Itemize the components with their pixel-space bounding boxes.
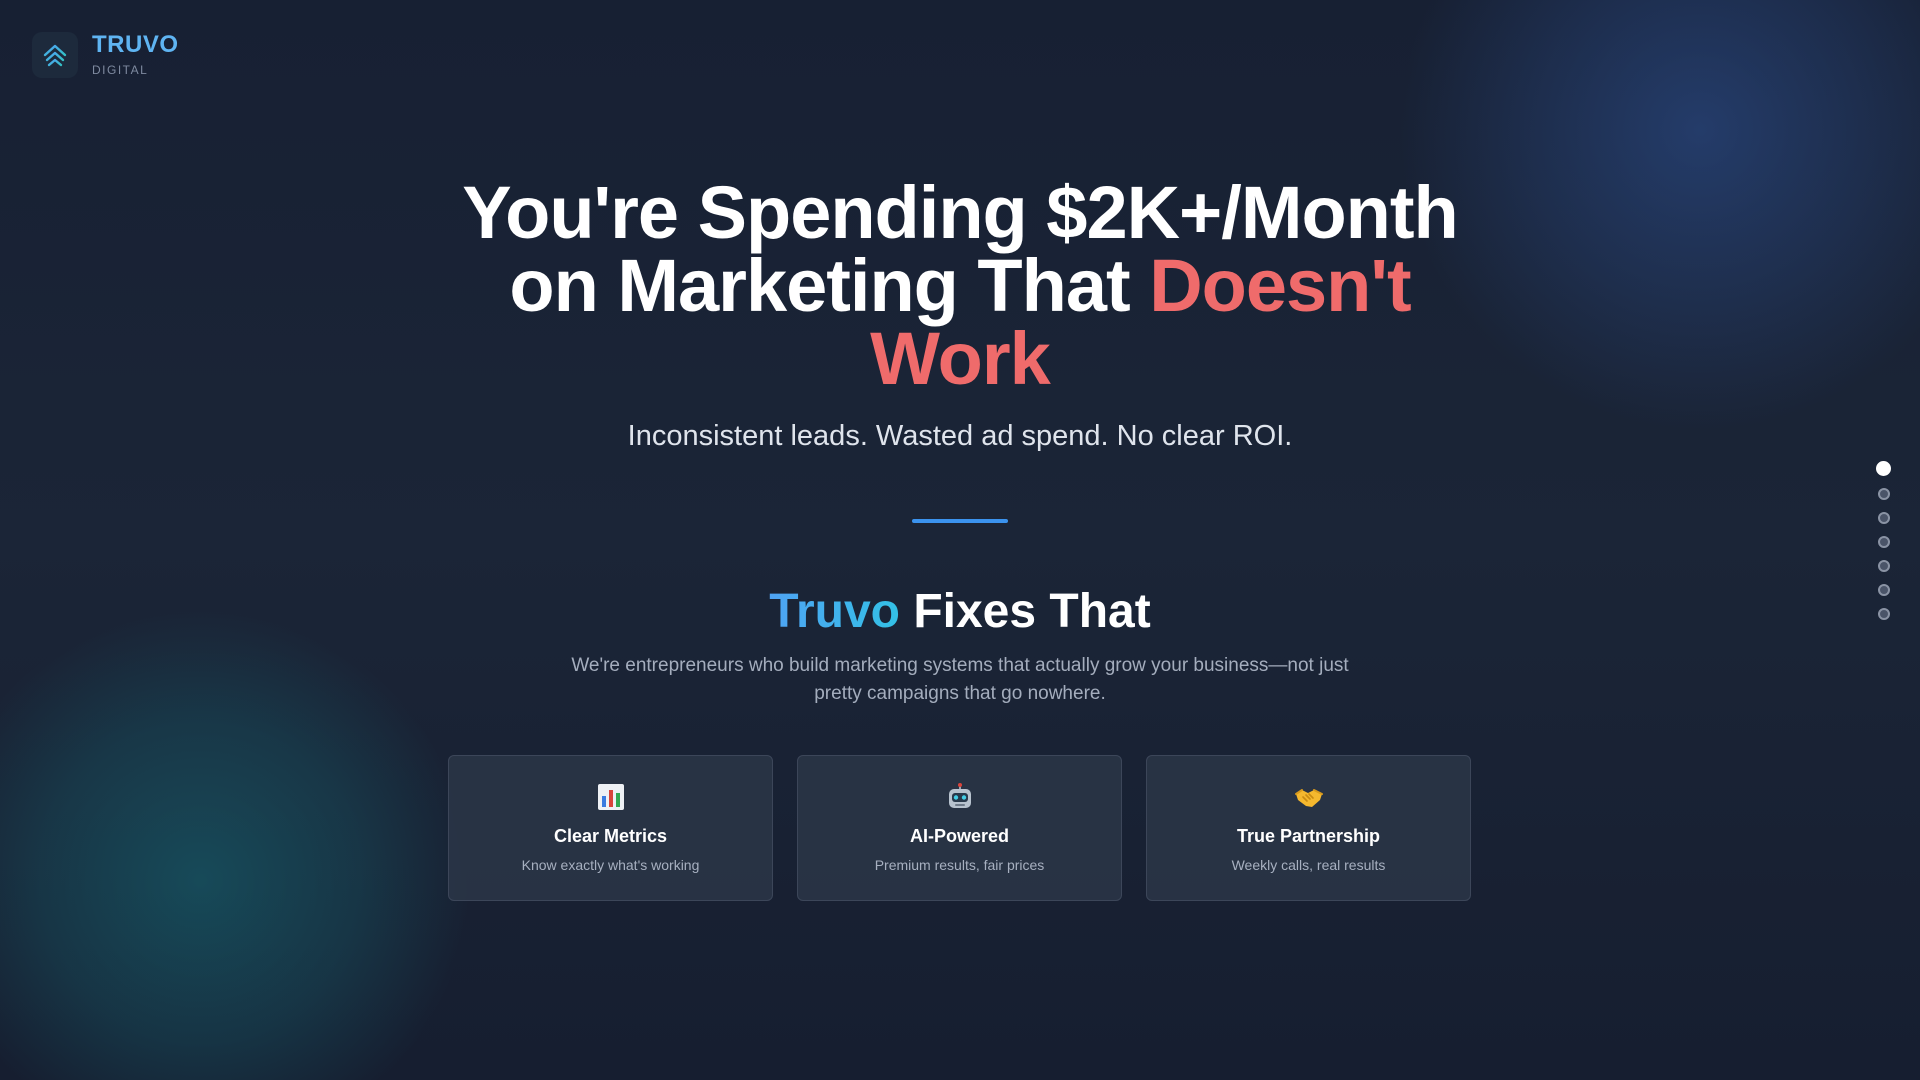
feature-card-true-partnership: True Partnership Weekly calls, real resu…: [1146, 755, 1471, 901]
brand-name: TRUVO: [92, 31, 179, 58]
slide-navigation: [1876, 461, 1891, 620]
feature-text: Premium results, fair prices: [874, 857, 1045, 873]
hero-headline: You're Spending $2K+/Month on Marketing …: [420, 176, 1500, 396]
slide-dot-4[interactable]: [1877, 536, 1890, 548]
brand-tagline: DIGITAL: [92, 63, 149, 77]
feature-text: Know exactly what's working: [521, 857, 700, 873]
slide-dot-7[interactable]: [1877, 608, 1890, 620]
feature-text: Weekly calls, real results: [1231, 857, 1386, 873]
slide-dot-1[interactable]: [1876, 461, 1891, 476]
bar-chart-icon: [596, 782, 626, 812]
solution-title: Truvo Fixes That: [0, 584, 1920, 639]
slide-dot-5[interactable]: [1877, 560, 1890, 572]
handshake-icon: [1294, 782, 1324, 812]
feature-card-clear-metrics: Clear Metrics Know exactly what's workin…: [448, 755, 773, 901]
page: TRUVO DIGITAL You're Spending $2K+/Month…: [0, 0, 1920, 1080]
feature-card-ai-powered: AI-Powered Premium results, fair prices: [797, 755, 1122, 901]
robot-icon: [945, 782, 975, 812]
slide-dot-3[interactable]: [1877, 512, 1890, 524]
section-divider: [912, 519, 1008, 523]
hero-subheadline: Inconsistent leads. Wasted ad spend. No …: [627, 420, 1293, 452]
feature-title: True Partnership: [1236, 826, 1381, 846]
feature-title: AI-Powered: [909, 826, 1010, 846]
feature-cards: Clear Metrics Know exactly what's workin…: [448, 755, 1471, 901]
slide-dot-6[interactable]: [1877, 584, 1890, 596]
solution-description: We're entrepreneurs who build marketing …: [571, 655, 1349, 704]
brand-logo[interactable]: TRUVO DIGITAL: [32, 32, 179, 78]
feature-title: Clear Metrics: [553, 826, 668, 846]
chevrons-up-icon: [32, 32, 78, 78]
slide-dot-2[interactable]: [1877, 488, 1890, 500]
solution-title-brand: Truvo: [769, 585, 900, 638]
solution-title-rest: Fixes That: [913, 585, 1151, 638]
